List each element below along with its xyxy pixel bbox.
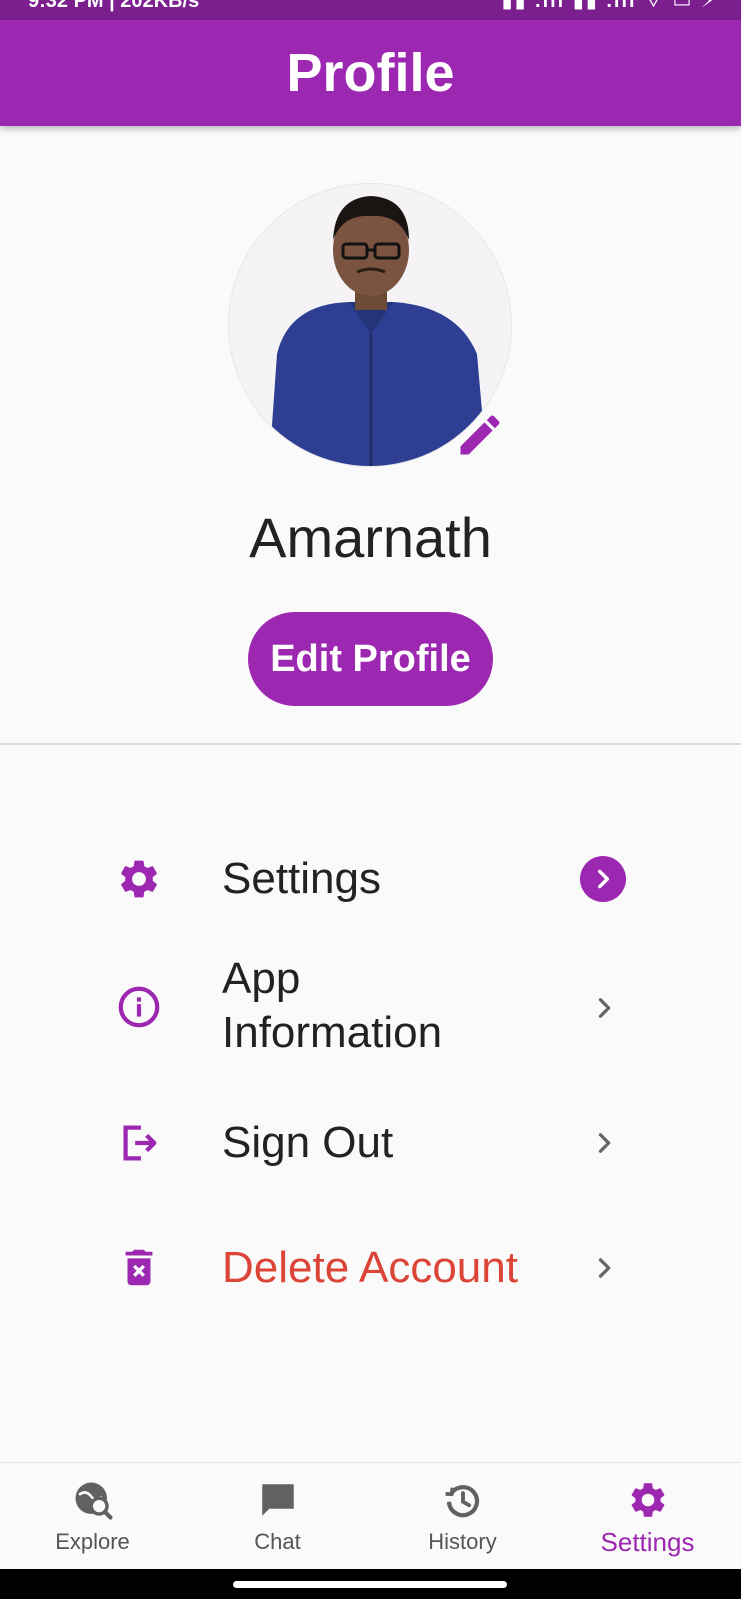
app-bar: Profile [0,20,741,126]
system-navigation-bar [0,1569,741,1599]
chevron-right-icon [598,1258,611,1278]
edit-profile-button[interactable]: Edit Profile [248,612,493,706]
nav-tab-history[interactable]: History [370,1463,555,1570]
menu-label-line: Information [222,1008,443,1057]
page-title: Profile [286,43,455,103]
logout-icon [123,1125,157,1161]
nav-label-history: History [428,1529,497,1554]
divider [0,743,741,745]
gear-icon [121,860,157,898]
status-time-network: 9:32 PM | 202KB/s [28,0,200,12]
explore-icon [75,1482,113,1520]
delete-icon [125,1249,153,1286]
menu-label-sign-out: Sign Out [222,1118,394,1167]
gear-icon [631,1483,665,1517]
chevron-right-icon [598,998,611,1018]
menu-label-settings: Settings [222,854,381,903]
chat-icon [262,1484,294,1516]
bottom-navigation: Explore Chat History Settings [0,1462,741,1569]
menu-item-sign-out[interactable]: Sign Out [0,1110,741,1176]
menu-label-line: App [222,954,301,1003]
menu-label-app-information: App Information [222,952,442,1060]
menu-item-delete-account[interactable]: Delete Account [0,1235,741,1301]
nav-label-settings: Settings [600,1527,695,1557]
nav-tab-chat[interactable]: Chat [185,1463,370,1570]
menu-item-settings[interactable]: Settings [0,846,741,912]
nav-label-chat: Chat [254,1529,301,1554]
user-name: Amarnath [249,506,492,569]
history-icon [445,1485,480,1518]
edit-avatar-pencil-icon[interactable] [454,409,506,461]
profile-avatar-container [228,183,512,467]
status-bar: 9:32 PM | 202KB/s ▮▮ .ıll ▮▮ .ıll ⌔ ▭ ⚡ [0,0,741,20]
status-icons: ▮▮ .ıll ▮▮ .ıll ⌔ ▭ ⚡ [501,0,717,12]
home-gesture-pill[interactable] [233,1581,507,1588]
nav-tab-settings[interactable]: Settings [555,1463,740,1570]
info-icon [118,986,160,1028]
chevron-right-circle-icon [580,856,626,902]
chevron-right-icon [598,1133,611,1153]
nav-label-explore: Explore [55,1529,130,1554]
menu-item-app-information[interactable]: App Information [0,952,741,1062]
nav-tab-explore[interactable]: Explore [0,1463,185,1570]
menu-label-delete-account: Delete Account [222,1243,518,1292]
